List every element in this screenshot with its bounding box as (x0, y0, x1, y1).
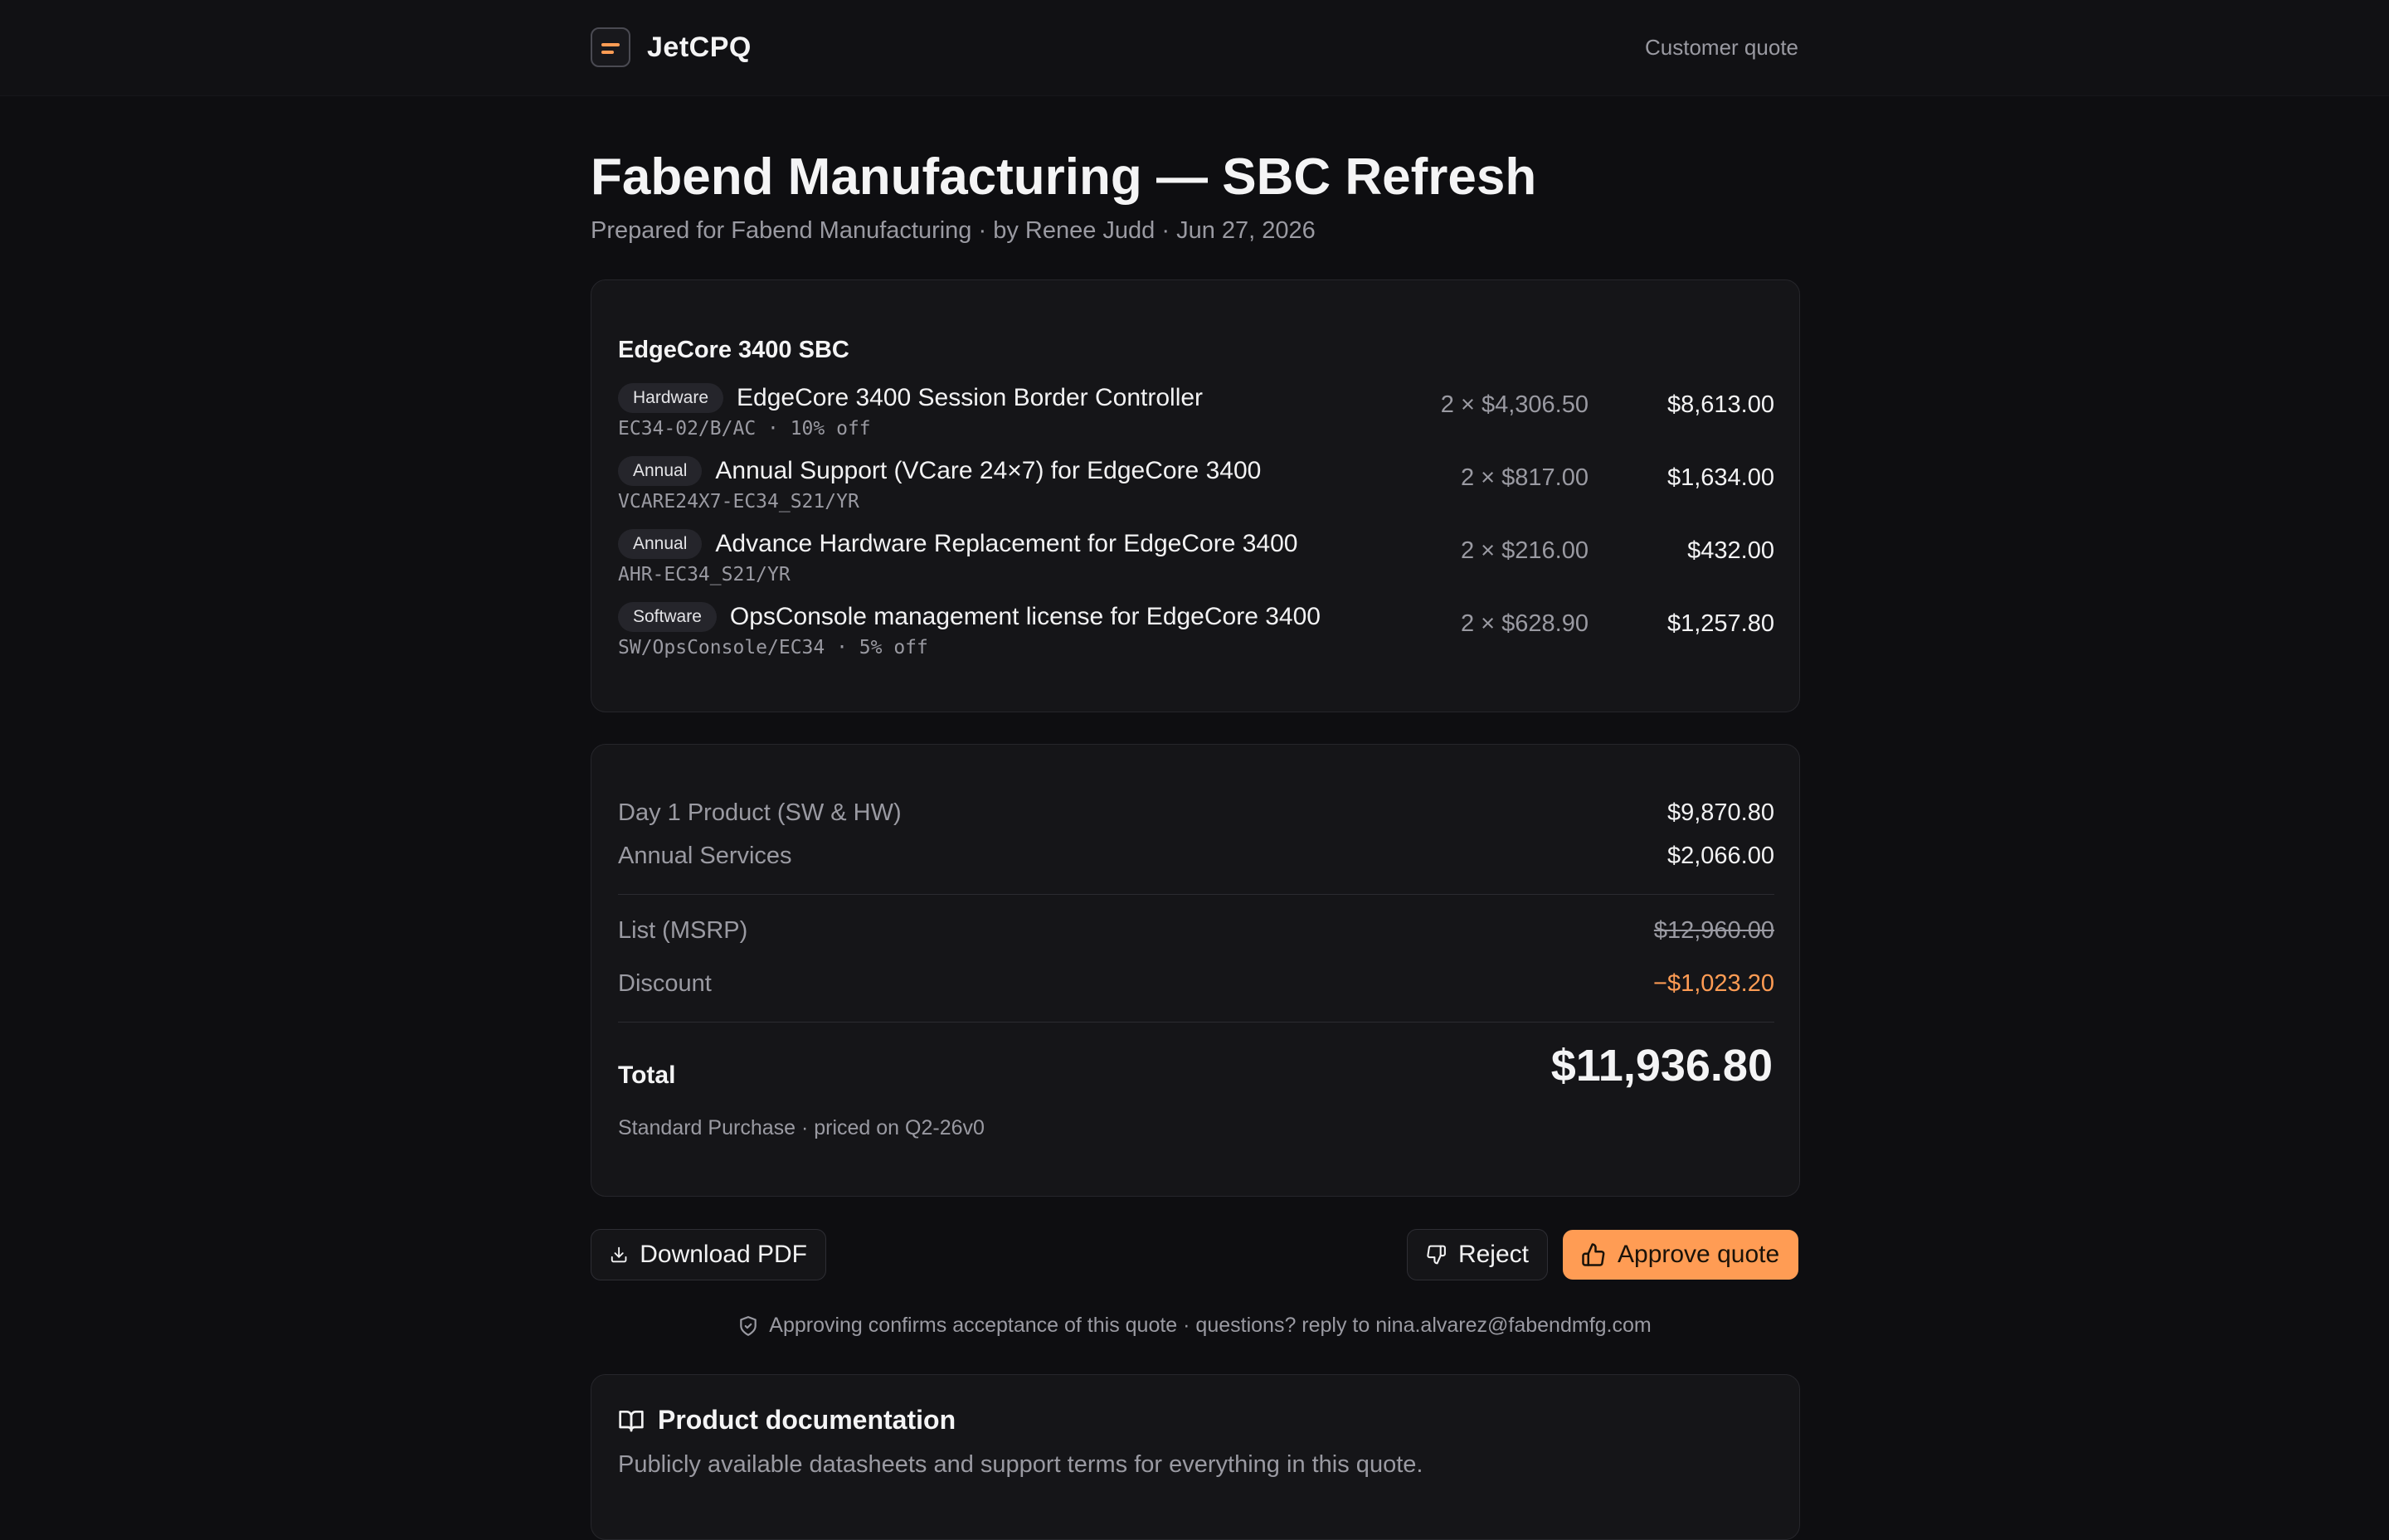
book-open-icon (619, 1410, 644, 1431)
download-pdf-button[interactable]: Download PDF (591, 1229, 826, 1280)
thumbs-up-icon (1582, 1243, 1605, 1266)
category-badge: Annual (618, 529, 703, 559)
discount-row: Discount −$1,023.20 (618, 970, 1774, 998)
item-name: OpsConsole management license for EdgeCo… (729, 603, 1321, 630)
line-items-card: EdgeCore 3400 SBC Hardware EdgeCore 3400… (591, 279, 1800, 712)
annual-services-label: Annual Services (618, 843, 792, 869)
divider (618, 894, 1774, 895)
documentation-title-text: Product documentation (658, 1405, 956, 1435)
list-msrp-value: $12,960.00 (1653, 917, 1774, 944)
item-name: Annual Support (VCare 24×7) for EdgeCore… (715, 457, 1262, 484)
discount-label: Discount (618, 970, 712, 997)
day1-product-label: Day 1 Product (SW & HW) (618, 799, 902, 826)
item-total: $1,634.00 (1666, 464, 1774, 491)
annual-services-row: Annual Services $2,066.00 (618, 843, 1774, 870)
item-name: Advance Hardware Replacement for EdgeCor… (715, 530, 1298, 557)
item-sku: VCARE24X7-EC34_S21/YR (618, 491, 859, 513)
shield-check-icon (740, 1315, 757, 1336)
line-item: Annual Advance Hardware Replacement for … (618, 526, 1774, 592)
documentation-description: Publicly available datasheets and suppor… (618, 1451, 1423, 1478)
item-sku: AHR-EC34_S21/YR (618, 564, 791, 585)
brand[interactable]: JetCPQ (591, 27, 752, 67)
category-badge: Software (618, 602, 717, 632)
line-item: Annual Annual Support (VCare 24×7) for E… (618, 453, 1774, 519)
section-title: EdgeCore 3400 SBC (618, 337, 849, 363)
download-pdf-label: Download PDF (640, 1241, 807, 1268)
page-title: Fabend Manufacturing — SBC Refresh (591, 148, 1537, 206)
annual-services-value: $2,066.00 (1666, 843, 1774, 869)
item-total: $8,613.00 (1666, 391, 1774, 418)
total-value: $11,936.80 (1550, 1041, 1773, 1091)
approve-quote-button[interactable]: Approve quote (1563, 1230, 1798, 1280)
day1-product-value: $9,870.80 (1666, 799, 1774, 826)
item-qty-price: 2 × $216.00 (1460, 537, 1589, 564)
line-item: Software OpsConsole management license f… (618, 599, 1774, 665)
thumbs-down-icon (1427, 1245, 1446, 1265)
list-msrp-row: List (MSRP) $12,960.00 (618, 917, 1774, 945)
category-badge: Annual (618, 456, 703, 486)
reject-label: Reject (1457, 1241, 1529, 1268)
item-qty-price: 2 × $4,306.50 (1440, 391, 1589, 418)
item-sku: SW/OpsConsole/EC34 · 5% off (618, 637, 928, 658)
summary-card: Day 1 Product (SW & HW) $9,870.80 Annual… (591, 744, 1800, 1197)
day1-product-row: Day 1 Product (SW & HW) $9,870.80 (618, 799, 1774, 827)
pricing-note: Standard Purchase · priced on Q2-26v0 (618, 1116, 985, 1139)
item-qty-price: 2 × $817.00 (1460, 464, 1589, 491)
approve-quote-label: Approve quote (1618, 1241, 1780, 1268)
total-label: Total (618, 1061, 676, 1089)
reject-button[interactable]: Reject (1407, 1229, 1548, 1280)
documentation-card: Product documentation Publicly available… (591, 1374, 1800, 1540)
quote-subtitle: Prepared for Fabend Manufacturing · by R… (591, 217, 1316, 244)
brand-name: JetCPQ (647, 31, 752, 63)
item-name: EdgeCore 3400 Session Border Controller (737, 384, 1204, 411)
line-item: Hardware EdgeCore 3400 Session Border Co… (618, 380, 1774, 446)
category-badge: Hardware (618, 383, 724, 413)
item-total: $1,257.80 (1666, 610, 1774, 637)
item-qty-price: 2 × $628.90 (1460, 610, 1589, 637)
discount-value: −$1,023.20 (1653, 970, 1774, 997)
item-total: $432.00 (1687, 537, 1774, 564)
brand-logo-icon (591, 27, 630, 67)
customer-quote-label: Customer quote (1645, 35, 1798, 60)
item-sku: EC34-02/B/AC · 10% off (618, 418, 871, 440)
top-bar: JetCPQ Customer quote (0, 0, 2389, 96)
approval-note-text: Approving confirms acceptance of this qu… (769, 1314, 1652, 1337)
download-icon (611, 1246, 627, 1263)
documentation-title: Product documentation (618, 1405, 956, 1436)
approval-note: Approving confirms acceptance of this qu… (0, 1314, 2389, 1338)
divider (618, 1022, 1774, 1023)
list-msrp-label: List (MSRP) (618, 917, 748, 944)
